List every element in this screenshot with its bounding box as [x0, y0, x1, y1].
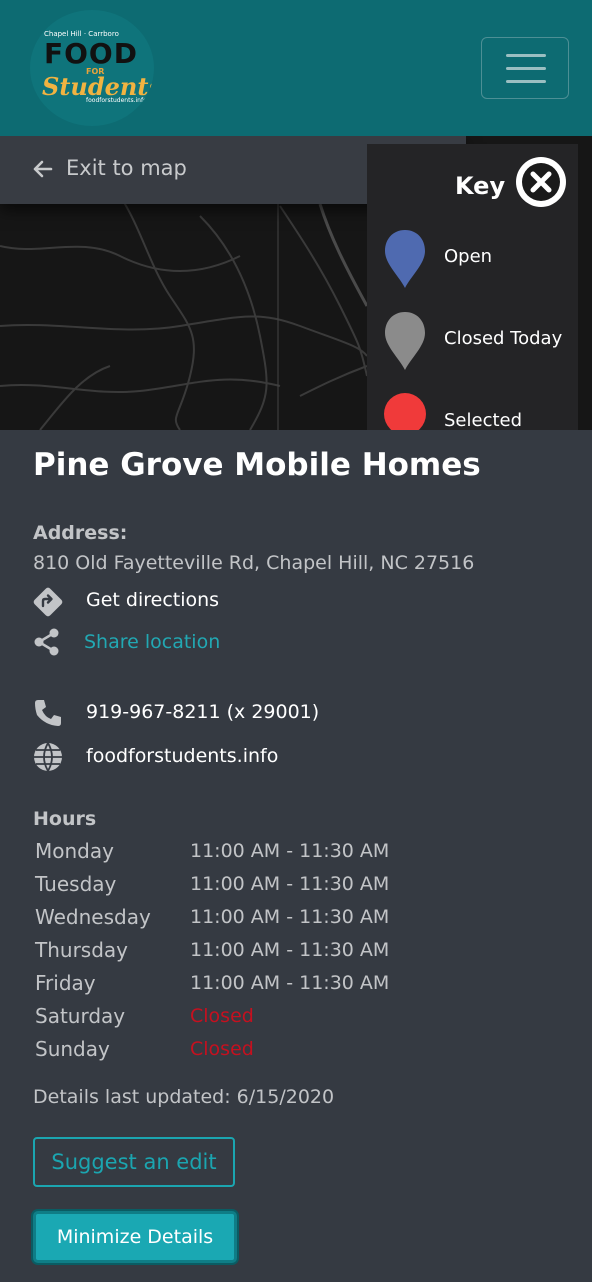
open-pin-icon [385, 230, 425, 288]
directions-icon [33, 587, 63, 617]
hours-time: 11:00 AM - 11:30 AM [190, 840, 390, 862]
minimize-details-button[interactable]: Minimize Details [33, 1211, 237, 1263]
suggest-edit-button[interactable]: Suggest an edit [33, 1137, 235, 1187]
hours-time: 11:00 AM - 11:30 AM [190, 906, 390, 928]
address-label: Address: [33, 522, 128, 544]
exit-to-map-label: Exit to map [66, 156, 187, 180]
hamburger-menu-button[interactable] [481, 37, 569, 99]
hours-day: Sunday [35, 1037, 110, 1061]
hours-time: 11:00 AM - 11:30 AM [190, 873, 390, 895]
hours-day: Monday [35, 839, 114, 863]
hours-time: 11:00 AM - 11:30 AM [190, 939, 390, 961]
arrow-left-icon [33, 160, 53, 178]
location-title: Pine Grove Mobile Homes [33, 447, 481, 483]
key-label-open: Open [444, 246, 493, 267]
last-updated-text: Details last updated: 6/15/2020 [33, 1086, 335, 1108]
hours-label: Hours [33, 808, 97, 830]
page: Chapel Hill · Carrboro FOOD FOR Students… [0, 0, 592, 1282]
website-link[interactable]: foodforstudents.info [86, 745, 278, 767]
key-label-selected: Selected [444, 410, 523, 430]
hours-day: Tuesday [35, 872, 117, 896]
closed-today-pin-icon [385, 312, 425, 370]
share-location-link[interactable]: Share location [84, 631, 220, 653]
key-title: Key [455, 172, 505, 200]
top-header: Chapel Hill · Carrboro FOOD FOR Students… [0, 0, 592, 136]
hamburger-icon [506, 54, 546, 57]
close-icon [522, 163, 560, 201]
hours-day: Thursday [35, 938, 128, 962]
share-icon [34, 628, 59, 656]
hours-time-closed: Closed [190, 1038, 254, 1060]
hours-day: Saturday [35, 1004, 126, 1028]
key-close-button[interactable] [516, 157, 566, 207]
get-directions-link[interactable]: Get directions [86, 589, 219, 611]
phone-icon [35, 700, 61, 726]
app-logo[interactable]: Chapel Hill · Carrboro FOOD FOR Students… [30, 10, 154, 126]
hours-time-closed: Closed [190, 1005, 254, 1027]
phone-number-link[interactable]: 919-967-8211 (x 29001) [86, 701, 319, 723]
map-view[interactable]: Exit to map Key Open Closed Today Select… [0, 136, 592, 430]
globe-icon [34, 742, 62, 772]
address-text: 810 Old Fayetteville Rd, Chapel Hill, NC… [33, 552, 475, 574]
logo-url-text: foodforstudents.info [86, 97, 147, 104]
hours-time: 11:00 AM - 11:30 AM [190, 972, 390, 994]
key-label-closed-today: Closed Today [444, 328, 563, 349]
selected-dot-icon [384, 393, 426, 430]
hours-day: Wednesday [35, 905, 151, 929]
logo-food-text: FOOD [44, 37, 138, 70]
hours-day: Friday [35, 971, 96, 995]
